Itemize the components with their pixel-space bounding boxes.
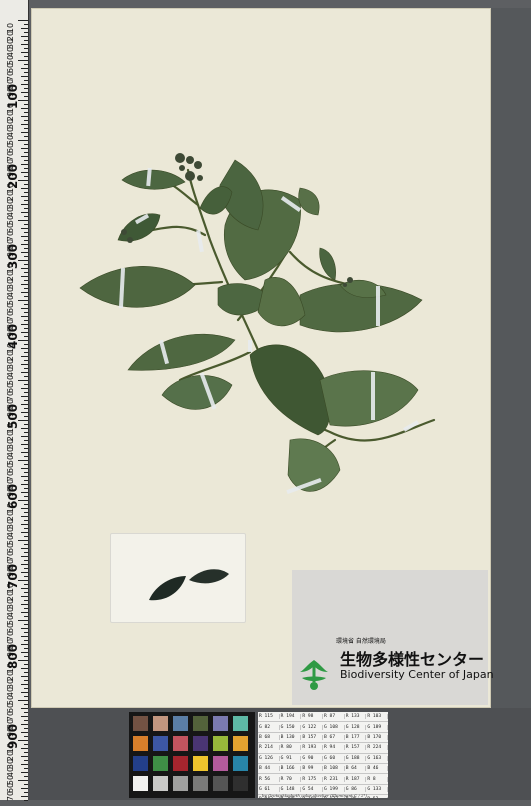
leaf <box>298 187 320 216</box>
table-cell: R 157 <box>345 745 367 751</box>
color-swatch <box>133 716 148 731</box>
color-swatch <box>233 756 248 771</box>
table-cell: G 82 <box>258 724 280 730</box>
color-swatch <box>213 776 228 791</box>
color-swatch <box>193 716 208 731</box>
biodiversity-logo-icon <box>300 660 328 690</box>
leaf <box>249 344 331 436</box>
color-value-table: R 115 R 194 R 98 R 87 R 133 R 103 G 82 G 150 G 1… <box>258 712 388 798</box>
table-cell: G 126 <box>258 755 280 761</box>
table-cell: B 67 <box>323 734 345 740</box>
table-cell: B 157 <box>301 734 324 740</box>
institution-label: 環境省 自然環境局 生物多様性センター Biodiversity Center … <box>292 570 494 705</box>
table-cell: G 188 <box>345 755 367 761</box>
table-cell: G 86 <box>345 786 367 792</box>
table-cell: R 8 <box>366 776 388 782</box>
table-cell: G 128 <box>345 724 367 730</box>
table-cell: B 68 <box>258 734 280 740</box>
ministry-name: 環境省 自然環境局 <box>336 638 386 645</box>
table-cell: R 187 <box>345 776 367 782</box>
table-cell: R 193 <box>301 745 324 751</box>
color-swatch <box>233 736 248 751</box>
color-swatch <box>233 776 248 791</box>
table-cell: B 99 <box>301 766 324 772</box>
table-cell: G 108 <box>323 724 345 730</box>
table-cell: B 166 <box>280 766 302 772</box>
leaf <box>79 266 196 308</box>
table-cell: G 148 <box>280 786 302 792</box>
table-row: G 126 G 91 G 90 G 60 G 188 G 163 <box>258 754 388 764</box>
leaf <box>117 213 161 242</box>
color-swatch <box>133 756 148 771</box>
table-cell: B 64 <box>345 766 367 772</box>
table-row: R 214 R 80 R 193 R 94 R 157 R 224 <box>258 743 388 754</box>
color-swatch <box>153 756 168 771</box>
color-swatch <box>193 756 208 771</box>
table-cell: R 70 <box>280 776 302 782</box>
color-checker <box>129 712 255 798</box>
table-cell: B 44 <box>258 766 280 772</box>
color-swatch <box>133 736 148 751</box>
leaf <box>257 277 306 327</box>
table-cell: G 91 <box>280 755 302 761</box>
center-name-en: Biodiversity Center of Japan <box>340 668 494 681</box>
seed-packet <box>110 533 246 623</box>
table-cell: G 163 <box>366 755 388 761</box>
table-cell: B 130 <box>280 734 302 740</box>
table-cell: B 177 <box>345 734 367 740</box>
table-row: B 68 B 130 B 157 B 67 B 177 B 170 <box>258 733 388 744</box>
table-cell: G 133 <box>366 786 388 792</box>
table-cell: R 194 <box>280 714 302 720</box>
center-name-jp: 生物多様性センター <box>340 650 485 669</box>
table-cell: R 115 <box>258 714 280 720</box>
table-cell: R 103 <box>366 714 388 720</box>
table-cell: G 122 <box>301 724 324 730</box>
table-cell: G 189 <box>366 724 388 730</box>
color-swatch <box>173 736 188 751</box>
table-cell: R 231 <box>323 776 345 782</box>
table-cell: R 94 <box>323 745 345 751</box>
color-swatch <box>193 776 208 791</box>
color-swatch <box>213 736 228 751</box>
color-table-caption: by GretagMacbeth color checker (Illumina… <box>262 793 367 798</box>
ruler-tick <box>24 800 28 801</box>
color-swatch <box>153 716 168 731</box>
table-cell: R 80 <box>280 745 302 751</box>
table-row: G 82 G 150 G 122 G 108 G 128 G 189 <box>258 722 388 733</box>
color-swatch <box>173 776 188 791</box>
table-cell: B 46 <box>366 766 388 772</box>
table-cell: R 133 <box>345 714 367 720</box>
table-cell: R 87 <box>323 714 345 720</box>
color-swatch <box>193 736 208 751</box>
table-cell: R 98 <box>301 714 324 720</box>
color-swatch <box>173 756 188 771</box>
table-cell: B 170 <box>366 734 388 740</box>
color-swatch <box>213 756 228 771</box>
color-swatch <box>213 716 228 731</box>
table-cell: G 61 <box>258 786 280 792</box>
table-cell: G 199 <box>323 786 345 792</box>
table-row: R 56 R 70 R 175 R 231 R 187 R 8 <box>258 774 388 785</box>
table-cell: B 108 <box>323 766 345 772</box>
leaf <box>161 375 233 410</box>
color-swatch <box>153 776 168 791</box>
leaf <box>319 370 419 427</box>
color-swatch <box>173 716 188 731</box>
table-row: B 44 B 166 B 99 B 108 B 64 B 46 <box>258 764 388 775</box>
table-cell: R 175 <box>301 776 324 782</box>
table-row: R 115 R 194 R 98 R 87 R 133 R 103 <box>258 712 388 723</box>
table-cell: R 56 <box>258 776 280 782</box>
table-cell: G 54 <box>301 786 324 792</box>
color-swatch <box>233 716 248 731</box>
table-cell: R 52 <box>366 797 388 798</box>
table-cell: R 214 <box>258 745 280 751</box>
table-cell: G 150 <box>280 724 302 730</box>
table-cell: G 90 <box>301 755 324 761</box>
color-swatch <box>153 736 168 751</box>
table-cell: R 224 <box>366 745 388 751</box>
table-cell: G 60 <box>323 755 345 761</box>
color-swatch <box>133 776 148 791</box>
